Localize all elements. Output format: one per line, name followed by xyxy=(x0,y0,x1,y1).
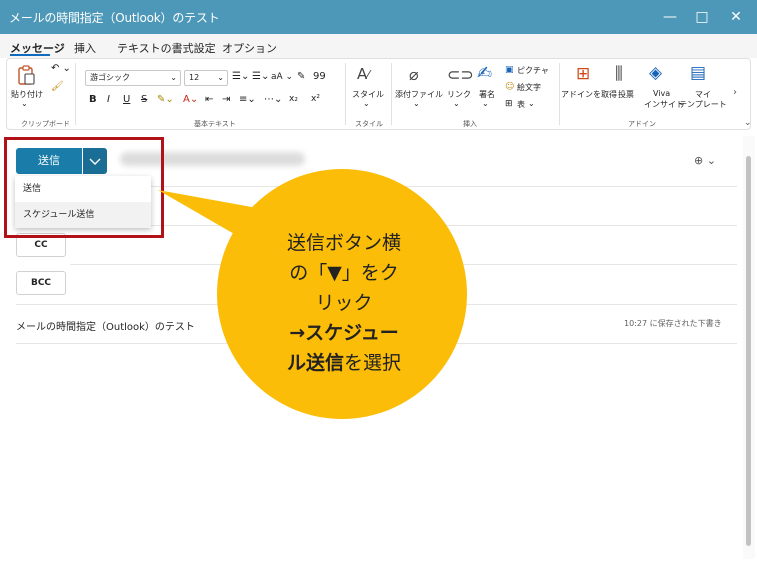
callout-line: →スケジュー xyxy=(289,322,399,344)
callout-line: を選択 xyxy=(344,352,402,374)
callout-line: リック xyxy=(315,292,373,314)
callout-line: 送信ボタン横 xyxy=(286,232,401,254)
callout-line: ル送信 xyxy=(286,352,344,374)
callout-text: 送信ボタン横 の「▼」をク リック →スケジュー ル送信を選択 xyxy=(236,228,452,378)
callout-line: の「▼」をク xyxy=(289,262,399,284)
